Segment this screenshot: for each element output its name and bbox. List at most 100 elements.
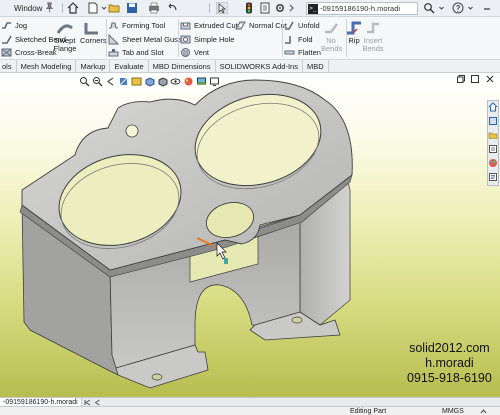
tab-solidworks-add-ins[interactable]: SOLIDWORKS Add-Ins [216,60,303,72]
rip-label: Rip [348,36,360,45]
help-icon[interactable] [452,2,464,14]
undo-icon[interactable] [166,2,178,14]
chevron-right-icon[interactable] [288,2,295,14]
forming-tool-label: Forming Tool [122,21,166,30]
fold-icon [285,36,291,44]
status-bar: Editing Part MMGS [0,406,500,415]
graphics-viewport[interactable]: solid2012.com h.moradi 0915-918-6190 [0,73,500,397]
flatten-button[interactable]: Flatten [284,47,321,58]
command-manager-ribbon: Jog Sketched Bend Cross-Break Swept Flan… [0,17,500,60]
unfold-icon [285,21,294,30]
insert-bends-button[interactable]: Insert Bends [362,20,384,53]
open-folder-icon[interactable] [108,2,120,14]
sketched-bend-icon [2,35,12,44]
separator [209,3,210,13]
search-icon[interactable] [423,2,435,14]
title-bar: Window >_ -09159186190-h.moradi [0,0,500,17]
insert-bends-icon [367,22,379,34]
select-pointer-icon[interactable] [216,2,228,14]
extruded-cut-button[interactable]: Extruded Cut [180,20,238,31]
save-icon[interactable] [126,2,138,14]
file-properties-icon[interactable] [259,2,271,14]
no-bends-icon [325,23,338,34]
tab-markup[interactable]: Markup [76,60,111,72]
unit-system-selector[interactable]: MMGS [442,407,464,415]
edge-selection-glyph [224,258,228,264]
unfold-label: Unfold [298,21,320,30]
normal-cut-button[interactable]: Normal Cut [235,20,287,31]
search-box[interactable]: >_ -09159186190-h.moradi [306,2,418,15]
tab-and-slot-label: Tab and Slot [122,48,164,57]
no-bends-button[interactable]: No Bends [318,20,344,53]
insert-bends-label: Insert Bends [362,36,384,53]
no-bends-label: No Bends [321,36,343,53]
corners-button[interactable]: Corners [80,20,107,45]
fold-button[interactable]: Fold [284,34,313,45]
fold-label: Fold [298,35,313,44]
edit-mode-status: Editing Part [350,408,387,415]
separator [62,3,63,13]
simple-hole-label: Simple Hole [194,35,235,44]
separator [106,19,107,57]
jog-icon [2,22,11,29]
vent-icon [181,48,190,57]
jog-label: Jog [15,21,28,30]
tab-mbd-dimensions[interactable]: MBD Dimensions [149,60,216,72]
flange-hole[interactable] [151,373,163,381]
forming-tool-button[interactable]: Forming Tool [108,20,165,31]
tab-tools[interactable]: ols [0,60,17,72]
chevron-down-icon[interactable] [438,2,445,14]
search-box-text: -09159186190-h.moradi [320,4,401,13]
new-document-icon[interactable] [87,2,99,14]
window-menu[interactable]: Window [14,4,42,13]
corners-label: Corners [80,36,107,45]
watermark-phone: 0915-918-6190 [407,371,492,385]
pin-icon[interactable] [44,2,55,13]
forming-tool-icon [109,22,118,29]
chevron-down-icon[interactable] [467,2,474,14]
prev-page-icon[interactable] [94,399,101,406]
flatten-icon [284,50,295,55]
traffic-light-icon[interactable] [243,2,255,14]
top-plate-small-hole[interactable] [125,124,139,138]
chevron-up-icon[interactable] [480,408,487,415]
cross-break-button[interactable]: Cross-Break [1,47,57,58]
first-page-icon[interactable] [84,399,91,406]
tab-mbd[interactable]: MBD [303,60,329,72]
swept-flange-icon [56,24,73,34]
watermark-name: h.moradi [425,356,474,370]
tab-mesh-modeling[interactable]: Mesh Modeling [17,60,77,72]
normal-cut-icon [235,21,246,30]
simple-hole-icon [180,35,191,44]
print-icon[interactable] [148,2,160,14]
cross-break-icon [1,48,12,57]
simple-hole-button[interactable]: Simple Hole [180,34,234,45]
swept-flange-button[interactable]: Swept Flange [53,20,77,53]
unfold-button[interactable]: Unfold [284,20,320,31]
document-tab-bar: -09159186190-h.moradi [0,397,500,407]
home-icon[interactable] [67,2,79,14]
flange-hole[interactable] [291,316,303,324]
corners-icon [84,23,98,35]
watermark-website: solid2012.com [409,341,490,355]
command-prompt-icon: >_ [308,4,318,14]
tab-and-slot-button[interactable]: Tab and Slot [108,47,164,58]
command-tab-strip: ols Mesh Modeling Markup Evaluate MBD Di… [0,60,500,73]
extruded-cut-icon [180,22,191,30]
extruded-cut-label: Extruded Cut [194,21,238,30]
tab-evaluate[interactable]: Evaluate [110,60,149,72]
contact-watermark: solid2012.com h.moradi 0915-918-6190 [407,341,492,386]
vent-button[interactable]: Vent [180,47,209,58]
swept-flange-label: Swept Flange [53,36,77,53]
rip-button[interactable]: Rip [344,20,364,45]
separator [178,19,179,57]
tab-and-slot-icon [108,49,119,57]
jog-button[interactable]: Jog [1,20,27,31]
minimize-icon[interactable] [481,2,493,14]
chevron-down-icon[interactable] [101,2,107,14]
rip-icon [347,21,361,35]
vent-label: Vent [194,48,210,57]
gusset-icon [108,34,119,45]
sheet-metal-gusset-button[interactable]: Sheet Metal Gusset [108,34,188,45]
options-gear-icon[interactable] [274,2,286,14]
